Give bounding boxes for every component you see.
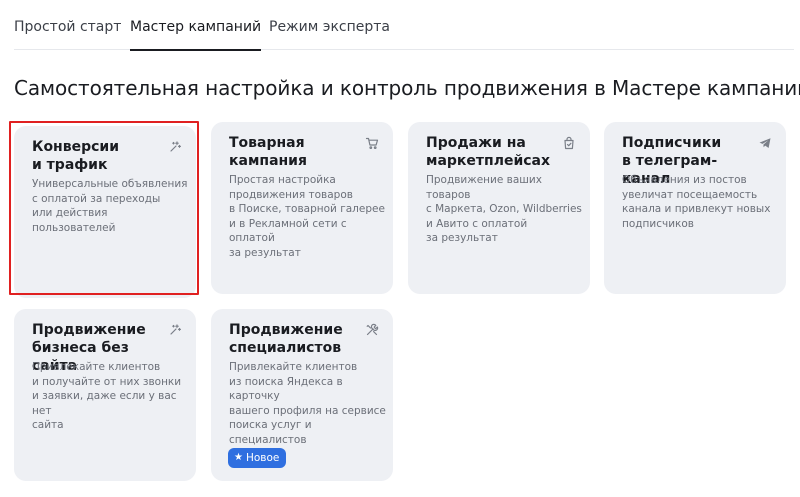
card-description: Простая настройка продвижения товаров в … [229,174,385,259]
card-title: Продажи на маркетплейсах [426,135,551,169]
telegram-icon [758,136,772,150]
page-title: Самостоятельная настройка и контроль про… [14,76,800,100]
card-business-without-site[interactable]: Продвижение бизнеса без сайта Привлекайт… [14,309,196,481]
card-conversions-traffic[interactable]: Конверсии и трафик Универсальные объявле… [14,126,196,298]
sparkle-icon [168,140,182,154]
card-description: Продвижение ваших товаров с Маркета, Ozo… [426,174,582,244]
cart-icon [365,136,379,150]
campaign-mode-tabs: Простой старт Мастер кампаний Режим эксп… [14,0,794,51]
tools-icon [365,323,379,337]
tab-campaign-master[interactable]: Мастер кампаний [130,19,262,51]
card-description: Объявления из постов увеличат посещаемос… [622,174,771,230]
new-badge: ★ Новое [228,448,287,468]
card-title: Товарная кампания [229,135,307,169]
star-icon: ★ [234,452,243,463]
badge-label: Новое [245,452,280,464]
card-description: Привлекайте клиентов и получайте от них … [32,361,182,431]
card-specialists-promotion[interactable]: Продвижение специалистов Привлекайте кли… [211,309,393,481]
card-title: Продвижение специалистов [229,322,343,356]
card-description: Привлекайте клиентов из поиска Яндекса в… [229,361,386,446]
card-description: Универсальные объявления с оплатой за пе… [32,178,188,234]
tab-expert-mode[interactable]: Режим эксперта [269,19,390,35]
card-product-campaign[interactable]: Товарная кампания Простая настройка прод… [211,122,393,294]
card-title: Конверсии и трафик [32,139,120,173]
tab-simple-start[interactable]: Простой старт [14,19,121,35]
active-tab-underline [130,49,262,51]
shopping-bag-icon [562,136,576,150]
sparkle-icon [168,323,182,337]
card-telegram-subscribers[interactable]: Подписчики в телеграм-канал Объявления и… [604,122,786,294]
card-marketplace-sales[interactable]: Продажи на маркетплейсах Продвижение ваш… [408,122,590,294]
